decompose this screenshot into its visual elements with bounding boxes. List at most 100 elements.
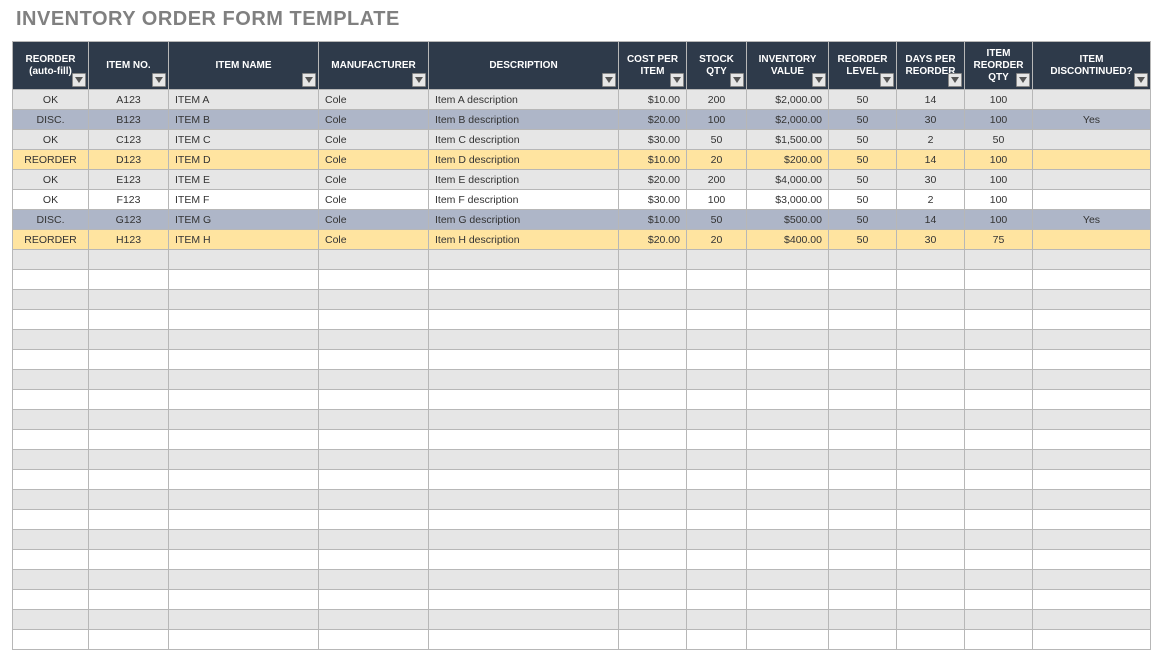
cell-empty[interactable] xyxy=(429,630,619,650)
cell-empty[interactable] xyxy=(829,310,897,330)
cell-empty[interactable] xyxy=(897,610,965,630)
cell-cost[interactable]: $10.00 xyxy=(619,90,687,110)
cell-empty[interactable] xyxy=(829,290,897,310)
cell-empty[interactable] xyxy=(169,270,319,290)
cell-empty[interactable] xyxy=(319,510,429,530)
cell-empty[interactable] xyxy=(687,410,747,430)
cell-description[interactable]: Item B description xyxy=(429,110,619,130)
table-row-empty[interactable] xyxy=(13,350,1151,370)
cell-empty[interactable] xyxy=(897,330,965,350)
cell-empty[interactable] xyxy=(829,410,897,430)
cell-empty[interactable] xyxy=(965,310,1033,330)
cell-reorder_qty[interactable]: 100 xyxy=(965,90,1033,110)
cell-empty[interactable] xyxy=(619,390,687,410)
cell-empty[interactable] xyxy=(429,430,619,450)
cell-days[interactable]: 30 xyxy=(897,170,965,190)
cell-empty[interactable] xyxy=(829,490,897,510)
cell-empty[interactable] xyxy=(13,550,89,570)
cell-empty[interactable] xyxy=(965,410,1033,430)
cell-empty[interactable] xyxy=(965,430,1033,450)
cell-empty[interactable] xyxy=(687,290,747,310)
cell-empty[interactable] xyxy=(619,570,687,590)
cell-empty[interactable] xyxy=(619,550,687,570)
cell-empty[interactable] xyxy=(13,510,89,530)
cell-empty[interactable] xyxy=(687,530,747,550)
cell-inv_value[interactable]: $4,000.00 xyxy=(747,170,829,190)
cell-empty[interactable] xyxy=(13,350,89,370)
cell-empty[interactable] xyxy=(965,590,1033,610)
cell-empty[interactable] xyxy=(747,530,829,550)
cell-empty[interactable] xyxy=(965,550,1033,570)
cell-empty[interactable] xyxy=(829,570,897,590)
cell-empty[interactable] xyxy=(429,410,619,430)
cell-empty[interactable] xyxy=(13,370,89,390)
cell-empty[interactable] xyxy=(747,250,829,270)
cell-manufacturer[interactable]: Cole xyxy=(319,230,429,250)
cell-discontinued[interactable]: Yes xyxy=(1033,110,1151,130)
cell-empty[interactable] xyxy=(169,350,319,370)
cell-empty[interactable] xyxy=(965,270,1033,290)
cell-empty[interactable] xyxy=(897,450,965,470)
cell-empty[interactable] xyxy=(687,490,747,510)
cell-description[interactable]: Item E description xyxy=(429,170,619,190)
cell-empty[interactable] xyxy=(897,490,965,510)
cell-reorder[interactable]: REORDER xyxy=(13,230,89,250)
cell-empty[interactable] xyxy=(687,310,747,330)
cell-empty[interactable] xyxy=(13,290,89,310)
table-row-empty[interactable] xyxy=(13,510,1151,530)
table-row-empty[interactable] xyxy=(13,590,1151,610)
cell-empty[interactable] xyxy=(169,250,319,270)
cell-empty[interactable] xyxy=(1033,350,1151,370)
cell-empty[interactable] xyxy=(619,610,687,630)
cell-manufacturer[interactable]: Cole xyxy=(319,130,429,150)
cell-empty[interactable] xyxy=(829,610,897,630)
cell-empty[interactable] xyxy=(429,490,619,510)
cell-empty[interactable] xyxy=(319,470,429,490)
cell-empty[interactable] xyxy=(687,430,747,450)
cell-item_no[interactable]: D123 xyxy=(89,150,169,170)
cell-empty[interactable] xyxy=(687,550,747,570)
cell-empty[interactable] xyxy=(829,350,897,370)
cell-empty[interactable] xyxy=(1033,430,1151,450)
cell-item_no[interactable]: C123 xyxy=(89,130,169,150)
cell-reorder_qty[interactable]: 100 xyxy=(965,110,1033,130)
cell-empty[interactable] xyxy=(829,450,897,470)
table-row-empty[interactable] xyxy=(13,310,1151,330)
cell-empty[interactable] xyxy=(687,330,747,350)
cell-empty[interactable] xyxy=(829,430,897,450)
cell-discontinued[interactable] xyxy=(1033,170,1151,190)
filter-dropdown-button[interactable] xyxy=(412,73,426,87)
cell-reorder_qty[interactable]: 100 xyxy=(965,210,1033,230)
cell-empty[interactable] xyxy=(747,590,829,610)
filter-dropdown-button[interactable] xyxy=(602,73,616,87)
cell-empty[interactable] xyxy=(89,250,169,270)
cell-empty[interactable] xyxy=(897,250,965,270)
cell-cost[interactable]: $10.00 xyxy=(619,150,687,170)
cell-empty[interactable] xyxy=(965,250,1033,270)
cell-empty[interactable] xyxy=(687,450,747,470)
cell-empty[interactable] xyxy=(1033,490,1151,510)
cell-description[interactable]: Item G description xyxy=(429,210,619,230)
cell-empty[interactable] xyxy=(897,510,965,530)
cell-empty[interactable] xyxy=(89,590,169,610)
cell-empty[interactable] xyxy=(897,470,965,490)
cell-empty[interactable] xyxy=(89,410,169,430)
cell-empty[interactable] xyxy=(319,590,429,610)
cell-stock[interactable]: 20 xyxy=(687,230,747,250)
cell-cost[interactable]: $20.00 xyxy=(619,170,687,190)
table-row-empty[interactable] xyxy=(13,610,1151,630)
table-row[interactable]: OKA123ITEM AColeItem A description$10.00… xyxy=(13,90,1151,110)
cell-cost[interactable]: $20.00 xyxy=(619,110,687,130)
cell-manufacturer[interactable]: Cole xyxy=(319,150,429,170)
cell-empty[interactable] xyxy=(747,550,829,570)
cell-empty[interactable] xyxy=(169,370,319,390)
cell-empty[interactable] xyxy=(429,550,619,570)
cell-reorder[interactable]: OK xyxy=(13,170,89,190)
cell-empty[interactable] xyxy=(747,410,829,430)
cell-empty[interactable] xyxy=(687,590,747,610)
cell-empty[interactable] xyxy=(13,430,89,450)
table-row[interactable]: OKC123ITEM CColeItem C description$30.00… xyxy=(13,130,1151,150)
cell-empty[interactable] xyxy=(829,250,897,270)
cell-empty[interactable] xyxy=(619,250,687,270)
cell-empty[interactable] xyxy=(619,590,687,610)
